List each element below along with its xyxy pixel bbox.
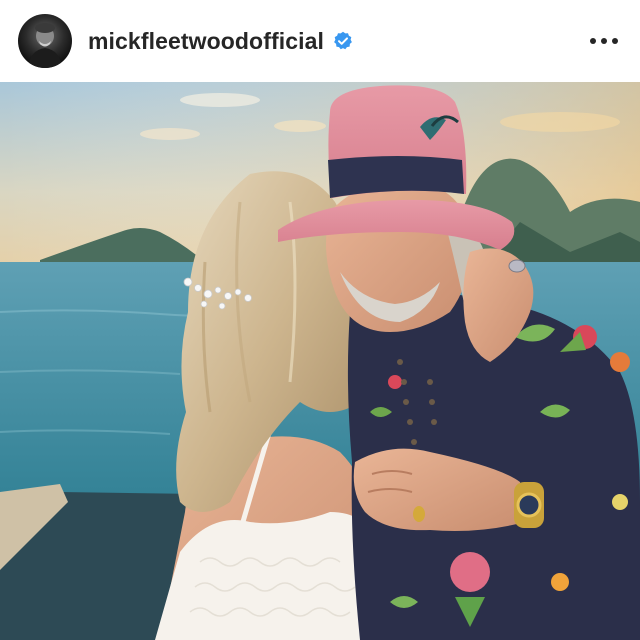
photo-illustration: [0, 82, 640, 640]
verified-badge-icon: [333, 31, 353, 51]
post-header: mickfleetwoodofficial: [0, 0, 640, 82]
instagram-post: mickfleetwoodofficial: [0, 0, 640, 640]
username: mickfleetwoodofficial: [88, 27, 324, 54]
more-options-icon: [590, 38, 618, 44]
avatar[interactable]: [18, 14, 72, 68]
avatar-portrait-icon: [28, 23, 62, 68]
more-options-button[interactable]: [586, 23, 622, 59]
username-link[interactable]: mickfleetwoodofficial: [88, 28, 353, 55]
post-photo[interactable]: [0, 82, 640, 640]
